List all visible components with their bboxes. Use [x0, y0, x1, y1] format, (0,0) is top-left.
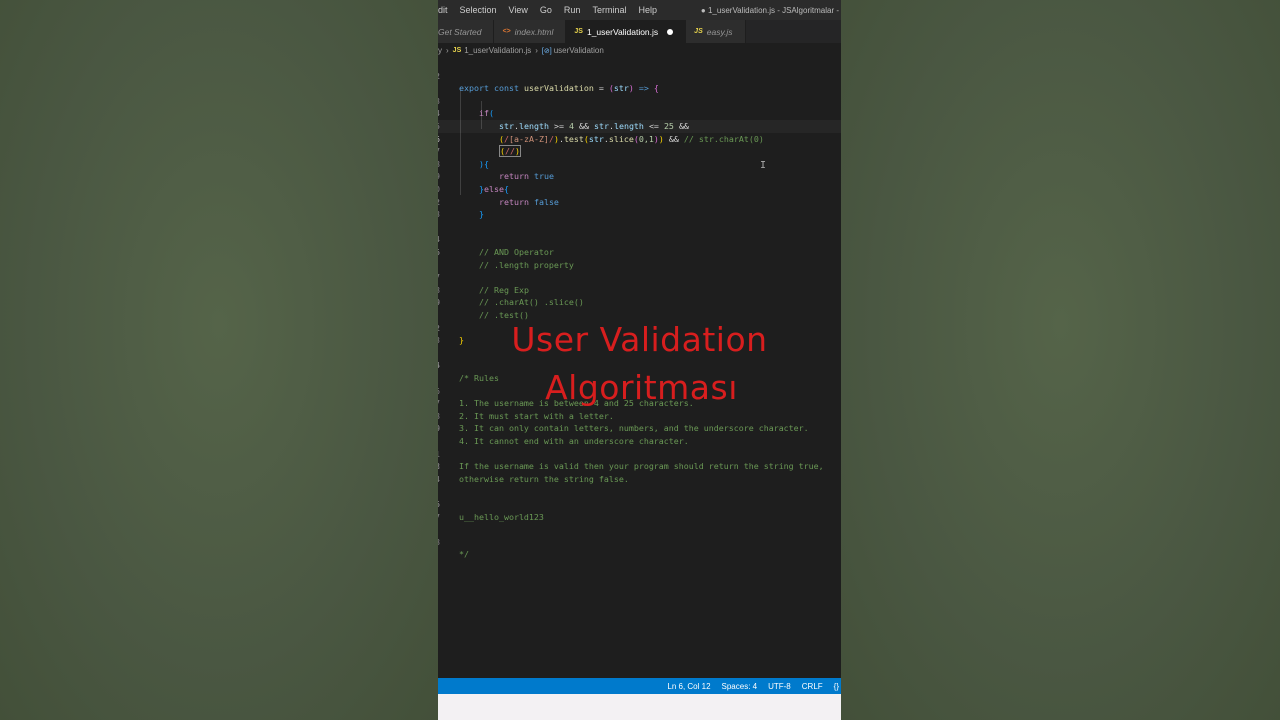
js-file-icon: JS [574, 28, 583, 35]
menu-selection[interactable]: Selection [460, 5, 497, 15]
tab-index-html[interactable]: <> index.html [494, 20, 567, 43]
text-cursor-ibeam-icon: I [760, 160, 767, 171]
overlay-subtitle: Algoritması [545, 368, 738, 407]
code-line: 1 export const userValidation = (str) =>… [438, 57, 841, 94]
tab-get-started[interactable]: Get Started [438, 20, 495, 43]
code-line: 9 }else{ [438, 158, 841, 194]
overlay-title: User Validation [511, 320, 768, 359]
code-line: 9 4. It cannot end with an underscore ch… [438, 410, 841, 446]
bottom-strip [438, 694, 841, 720]
code-line-current: 6 (//) [438, 120, 841, 158]
editor-tab-bar: Get Started <> index.html JS 1_userValid… [438, 20, 841, 43]
tab-label: 1_userValidation.js [586, 26, 659, 37]
menu-help[interactable]: Help [638, 5, 657, 15]
line-number: 2 [438, 70, 443, 83]
code-line: 8 */ [438, 523, 841, 560]
line-number: 0 [438, 422, 443, 435]
chevron-right-icon: › [535, 46, 538, 55]
status-indentation[interactable]: Spaces: 4 [722, 682, 758, 691]
code-line: 1 If the username is valid then your pro… [438, 435, 841, 472]
status-bar: Ln 6, Col 12 Spaces: 4 UTF-8 CRLF {} [438, 678, 841, 694]
code-line: 4 // AND Operator [438, 221, 841, 257]
code-line: 8 // .charAt() .slice() [438, 271, 841, 308]
menu-edit[interactable]: dit [438, 5, 448, 15]
code-line: 5 // .length property [438, 233, 841, 270]
status-encoding[interactable]: UTF-8 [768, 682, 791, 691]
breadcrumb: y › JS 1_userValidation.js › [⊘] userVal… [438, 44, 841, 57]
line-number: 4 [438, 473, 443, 486]
code-line: 5 (/[a-zA-Z]/).test(str.slice(0,1)) && /… [438, 107, 841, 144]
code-line: 0 return false [438, 170, 841, 207]
status-language[interactable]: {} [834, 682, 839, 691]
menu-view[interactable]: View [509, 5, 528, 15]
code-line: 3 if( [438, 82, 841, 119]
tab-label: index.html [514, 26, 554, 37]
window-title: ● 1_userValidation.js - JSAlgoritmalar - [700, 5, 839, 15]
code-line: 9 // .test() [438, 284, 841, 320]
status-eol[interactable]: CRLF [802, 682, 823, 691]
line-number: 3 [438, 208, 443, 221]
line-number: 2 [438, 196, 443, 209]
menu-bar: dit Selection View Go Run Terminal Help … [438, 0, 841, 20]
code-line: 5 u__hello_world123 [438, 485, 841, 522]
code-line: 2 otherwise return the string false. [438, 448, 841, 484]
breadcrumb-folder[interactable]: y [438, 46, 442, 55]
html-file-icon: <> [502, 28, 511, 35]
js-file-icon: JS [694, 28, 703, 35]
status-cursor-position[interactable]: Ln 6, Col 12 [667, 682, 710, 691]
code-line: 7 // Reg Exp [438, 259, 841, 295]
tab-easy-js[interactable]: JS easy.js [686, 20, 746, 43]
variable-symbol-icon: [⊘] [541, 47, 552, 55]
line-number: 6 [438, 498, 443, 511]
breadcrumb-file[interactable]: 1_userValidation.js [464, 46, 531, 55]
code-line: 7 ){ [438, 133, 841, 169]
menu-go[interactable]: Go [540, 5, 552, 15]
background-right [841, 0, 1280, 720]
line-number: 0 [438, 296, 443, 309]
code-line: 8 return true [438, 145, 841, 182]
line-number: 7 [438, 511, 443, 524]
tab-user-validation-js[interactable]: JS 1_userValidation.js [566, 20, 687, 43]
tab-label: Get Started [438, 26, 482, 37]
code-line: 4 str.length >= 4 && str.length <= 25 && [438, 95, 841, 131]
line-number: 6 [438, 246, 443, 259]
vscode-window: dit Selection View Go Run Terminal Help … [438, 0, 841, 720]
unsaved-dot-icon[interactable] [667, 28, 674, 35]
js-file-icon: JS [452, 47, 462, 54]
tab-label: easy.js [706, 26, 733, 37]
chevron-right-icon: › [446, 46, 449, 55]
code-comment: */ [459, 549, 469, 560]
menu-run[interactable]: Run [564, 5, 581, 15]
breadcrumb-symbol[interactable]: userValidation [554, 46, 604, 55]
line-number: 8 [438, 536, 443, 549]
code-line: 1 } [438, 183, 841, 220]
menu-terminal[interactable]: Terminal [592, 5, 626, 15]
background-left [0, 0, 438, 720]
line-number: 3 [438, 460, 443, 473]
